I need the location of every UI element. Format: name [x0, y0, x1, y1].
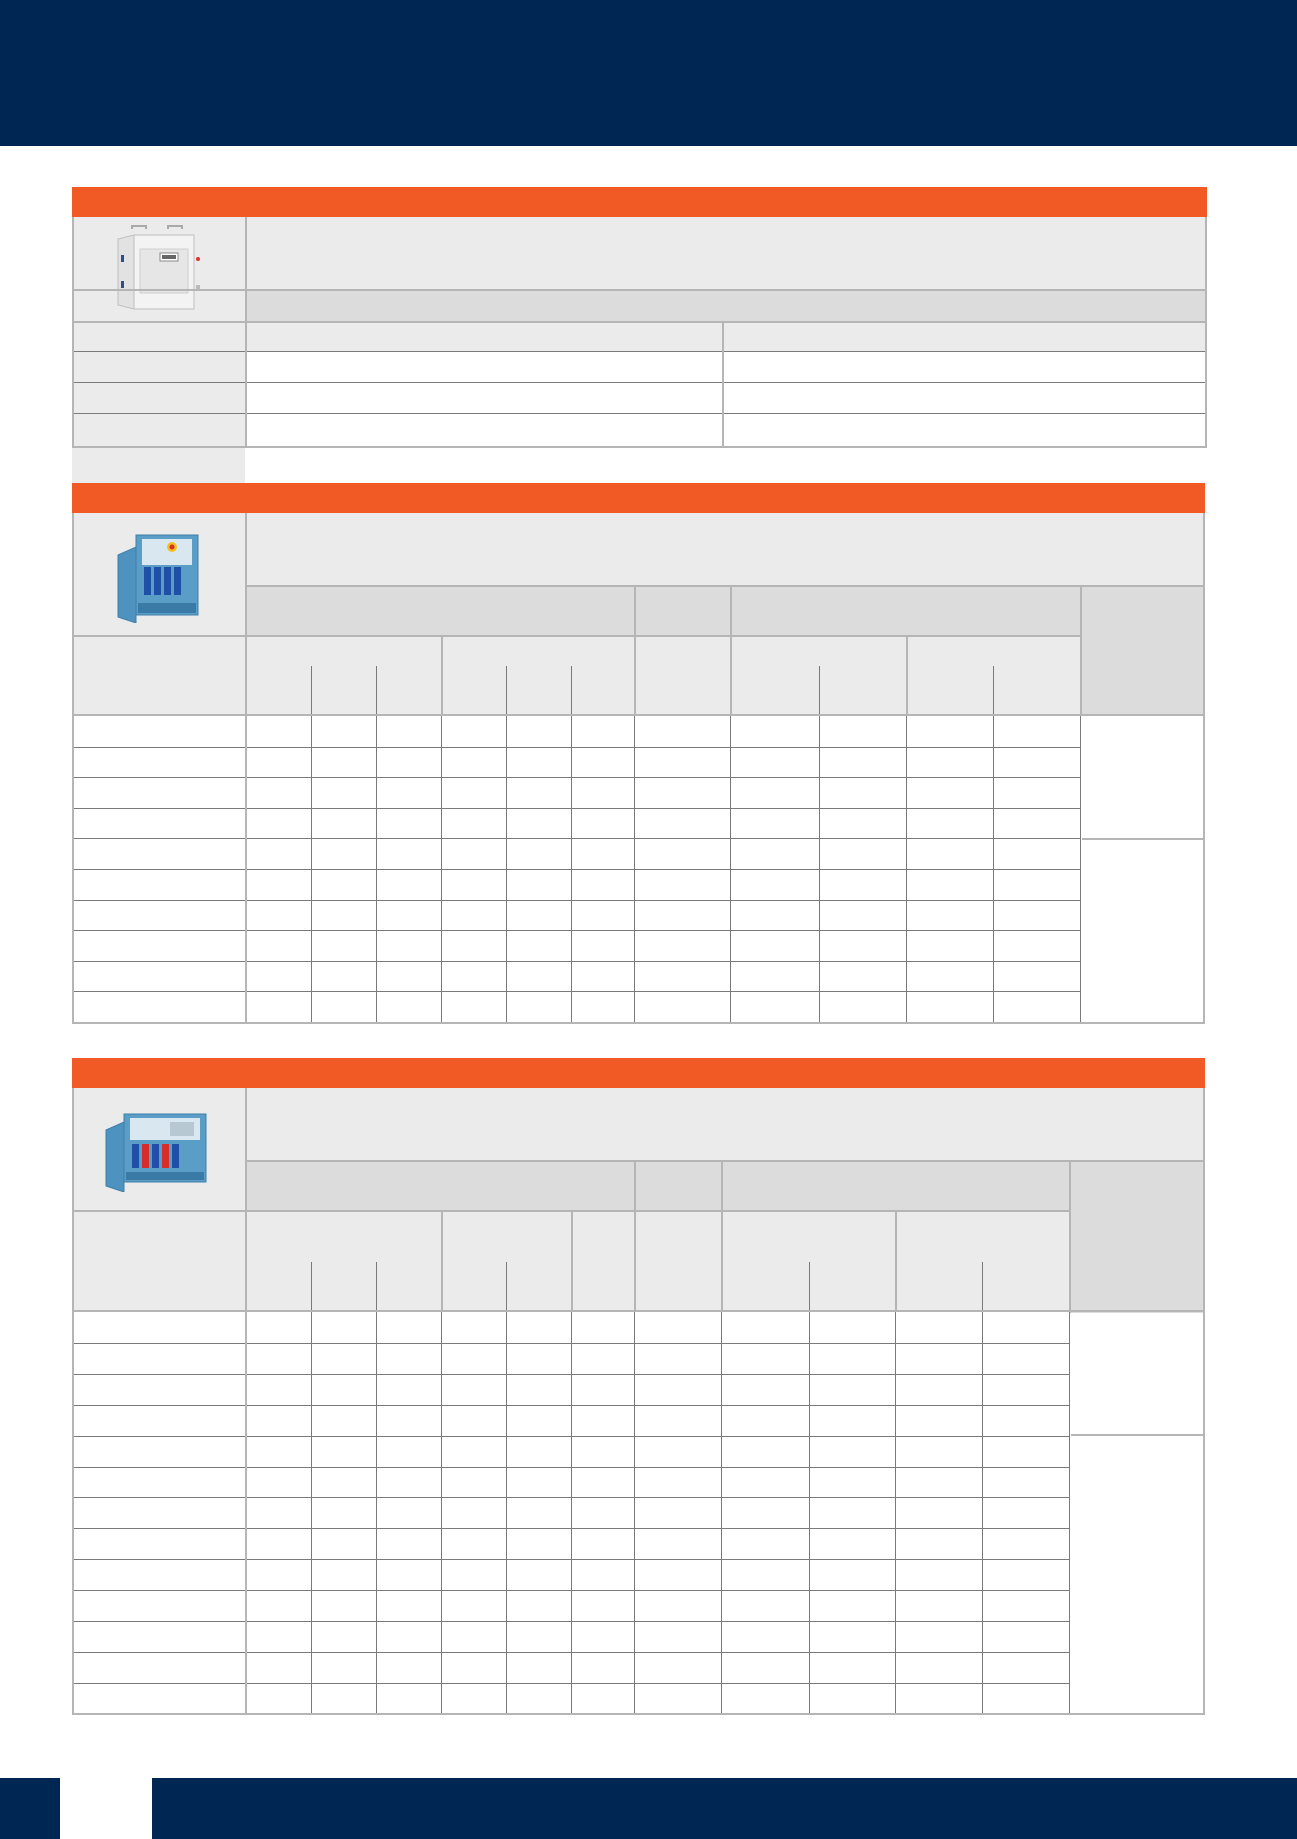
- product-table-3: [72, 1058, 1205, 1716]
- section-title-bar: [72, 1058, 1205, 1088]
- socket-distribution-board-icon: [114, 533, 206, 624]
- column-header-row: [72, 323, 1207, 351]
- header-bar: [0, 0, 1297, 146]
- group-header-right: [1082, 587, 1205, 714]
- group-header-sockets: [247, 1162, 634, 1210]
- distribution-box-icon: [110, 225, 210, 317]
- table-row: [74, 869, 1080, 900]
- group-header-sockets: [247, 587, 634, 635]
- group-header-mid: [636, 1162, 721, 1210]
- product-table-1: [72, 187, 1207, 511]
- table-row: [74, 716, 1080, 747]
- table-row: [74, 899, 1080, 931]
- description-header: [247, 513, 1205, 585]
- footer-bar-right: [152, 1778, 1297, 1839]
- group-header-protection: [723, 1162, 1069, 1210]
- group-header-protection: [732, 587, 1080, 635]
- group-header-right: [1071, 1162, 1205, 1313]
- group-header-mid: [636, 587, 730, 635]
- table-row: [74, 807, 1080, 839]
- socket-distribution-board-icon: [104, 1112, 212, 1193]
- table-row: [74, 746, 1080, 778]
- table-row: [74, 991, 1080, 1022]
- table-row: [74, 838, 1080, 869]
- subheader-band: [247, 291, 1207, 321]
- description-header: [247, 1088, 1205, 1160]
- product-table-2: [72, 483, 1205, 1025]
- table-row: [74, 930, 1080, 961]
- description-header: [247, 217, 1207, 289]
- table-row: [74, 960, 1080, 992]
- column-header-row: [72, 637, 1080, 714]
- footer-bar-left: [0, 1778, 60, 1839]
- table-row: [74, 777, 1080, 808]
- section-title-bar: [72, 187, 1207, 217]
- section-title-bar: [72, 483, 1205, 513]
